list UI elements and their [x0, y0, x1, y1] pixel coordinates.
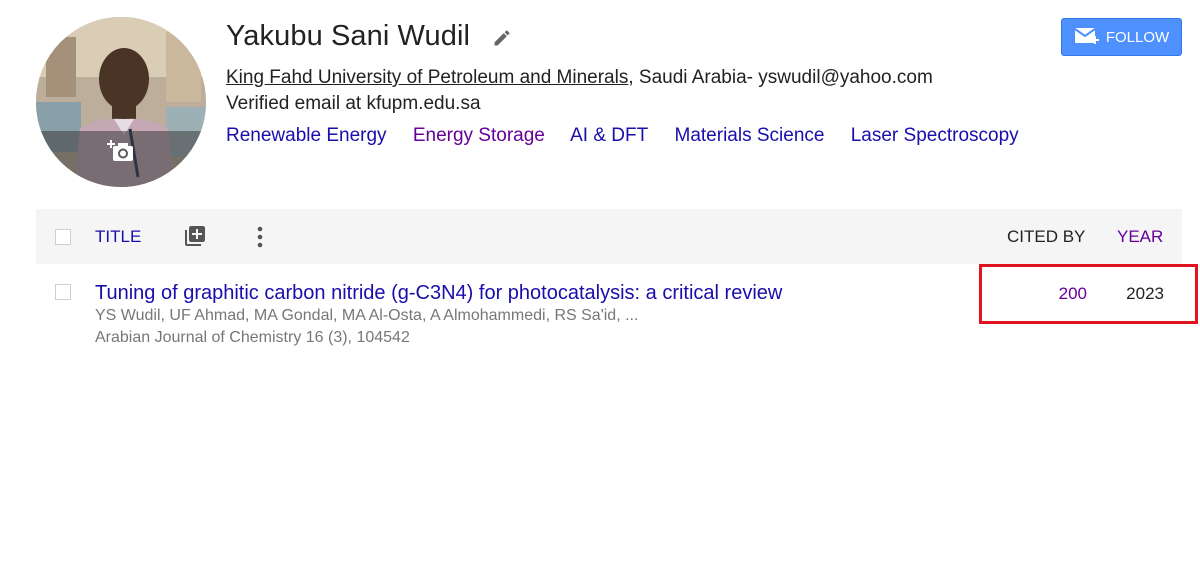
more-vert-icon[interactable]	[256, 225, 264, 249]
follow-button[interactable]: FOLLOW	[1061, 18, 1182, 56]
follow-label: FOLLOW	[1105, 28, 1170, 46]
highlight-annotation-box	[979, 264, 1198, 324]
profile-avatar[interactable]	[36, 17, 206, 187]
affiliation-detail: , Saudi Arabia- yswudil@yahoo.com	[628, 67, 933, 88]
profile-affiliation: King Fahd University of Petroleum and Mi…	[226, 67, 933, 89]
affiliation-link[interactable]: King Fahd University of Petroleum and Mi…	[226, 67, 628, 88]
article-title-link[interactable]: Tuning of graphitic carbon nitride (g-C3…	[95, 282, 782, 305]
articles-table-header: TITLE CITED BY YEAR	[36, 209, 1182, 264]
edit-pencil-icon[interactable]	[492, 28, 512, 48]
sort-by-title[interactable]: TITLE	[95, 227, 141, 247]
camera-add-icon	[107, 140, 133, 161]
interest-link-energy-storage[interactable]: Energy Storage	[413, 125, 545, 146]
profile-name-row: Yakubu Sani Wudil	[226, 20, 512, 53]
interest-link-ai-dft[interactable]: AI & DFT	[570, 125, 648, 146]
sort-by-cited-by[interactable]: CITED BY	[1007, 227, 1085, 247]
profile-name: Yakubu Sani Wudil	[226, 20, 471, 52]
interest-link-renewable-energy[interactable]: Renewable Energy	[226, 125, 387, 146]
mail-plus-icon	[1074, 28, 1099, 44]
add-to-library-icon[interactable]	[183, 224, 207, 248]
change-photo-overlay[interactable]	[36, 131, 206, 187]
interest-link-laser-spectroscopy[interactable]: Laser Spectroscopy	[851, 125, 1019, 146]
verified-email: Verified email at kfupm.edu.sa	[226, 93, 481, 114]
select-all-checkbox[interactable]	[55, 229, 71, 245]
interest-link-materials-science[interactable]: Materials Science	[675, 125, 825, 146]
article-authors: YS Wudil, UF Ahmad, MA Gondal, MA Al-Ost…	[95, 307, 639, 324]
row-checkbox[interactable]	[55, 284, 71, 300]
sort-by-year[interactable]: YEAR	[1117, 227, 1163, 247]
article-venue: Arabian Journal of Chemistry 16 (3), 104…	[95, 329, 410, 346]
research-interests: Renewable Energy Energy Storage AI & DFT…	[226, 125, 1040, 147]
